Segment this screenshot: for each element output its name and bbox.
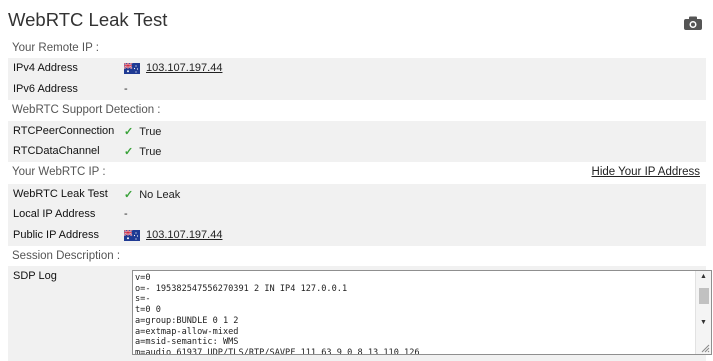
sdp-line: a=extmap-allow-mixed <box>135 326 239 337</box>
public-ip-row: Public IP Address 103.107.197.44 <box>8 225 706 246</box>
ipv4-label: IPv4 Address <box>13 62 78 74</box>
ipv6-row: IPv6 Address - <box>8 79 706 100</box>
scroll-up-arrow-icon[interactable]: ▲ <box>700 273 707 280</box>
rtcpeerconnection-label: RTCPeerConnection <box>13 125 115 137</box>
rtcpeerconnection-row: RTCPeerConnection ✓ True <box>8 121 706 142</box>
remote-ip-heading: Your Remote IP : <box>12 42 99 54</box>
hide-ip-address-link[interactable]: Hide Your IP Address <box>592 166 700 178</box>
session-description-heading: Session Description : <box>12 250 121 262</box>
rtcpeerconnection-value: True <box>139 125 162 138</box>
sdp-line: a=msid-semantic: WMS <box>135 337 239 348</box>
ipv6-address-value: - <box>124 83 128 95</box>
sdp-line: s=- <box>135 294 151 305</box>
sdp-line: a=group:BUNDLE 0 1 2 <box>135 315 239 326</box>
local-ip-value: - <box>124 208 128 220</box>
ipv4-row: IPv4 Address 103.107.197.44 <box>8 58 706 79</box>
local-ip-row: Local IP Address - <box>8 204 706 225</box>
sdp-log-row: SDP Log v=0 o=- 195382547556270391 2 IN I… <box>8 266 712 361</box>
sdp-line: t=0 0 <box>135 305 161 316</box>
public-ip-address-value[interactable]: 103.107.197.44 <box>146 229 222 241</box>
webrtc-leak-test-value: No Leak <box>139 188 181 201</box>
sdp-log-text: v=0 o=- 195382547556270391 2 IN IP4 127.0… <box>135 273 420 355</box>
page-title: WebRTC Leak Test <box>8 9 168 30</box>
rtcdatachannel-row: RTCDataChannel ✓ True <box>8 141 706 162</box>
sdp-log-textarea[interactable]: v=0 o=- 195382547556270391 2 IN IP4 127.0… <box>132 270 712 355</box>
webrtc-leak-test-label: WebRTC Leak Test <box>13 188 108 200</box>
ipv6-label: IPv6 Address <box>13 83 78 95</box>
check-icon: ✓ <box>124 146 134 158</box>
support-detection-heading: WebRTC Support Detection : <box>12 104 161 116</box>
check-icon: ✓ <box>124 126 134 138</box>
webrtc-leak-test-row: WebRTC Leak Test ✓ No Leak <box>8 184 706 205</box>
resize-grip-icon[interactable] <box>700 343 710 353</box>
scroll-thumb[interactable] <box>699 288 709 304</box>
australia-flag-icon <box>124 229 140 241</box>
check-icon: ✓ <box>124 189 134 201</box>
sdp-scrollbar[interactable]: ▲ ▼ <box>695 271 711 354</box>
local-ip-label: Local IP Address <box>13 208 96 220</box>
rtcdatachannel-value: True <box>139 145 162 158</box>
sdp-line: m=audio 61937 UDP/TLS/RTP/SAVPF 111 63 9… <box>135 347 420 355</box>
sdp-line: o=- 195382547556270391 2 IN IP4 127.0.0.… <box>135 283 348 294</box>
public-ip-label: Public IP Address <box>13 229 100 241</box>
ipv4-address-value[interactable]: 103.107.197.44 <box>146 62 222 74</box>
rtcdatachannel-label: RTCDataChannel <box>13 145 100 157</box>
scroll-down-arrow-icon[interactable]: ▼ <box>700 319 707 326</box>
camera-icon[interactable] <box>684 16 702 30</box>
webrtc-ip-heading: Your WebRTC IP : <box>12 166 106 178</box>
australia-flag-icon <box>124 62 140 74</box>
sdp-line: v=0 <box>135 273 151 283</box>
sdp-log-label: SDP Log <box>13 270 57 282</box>
